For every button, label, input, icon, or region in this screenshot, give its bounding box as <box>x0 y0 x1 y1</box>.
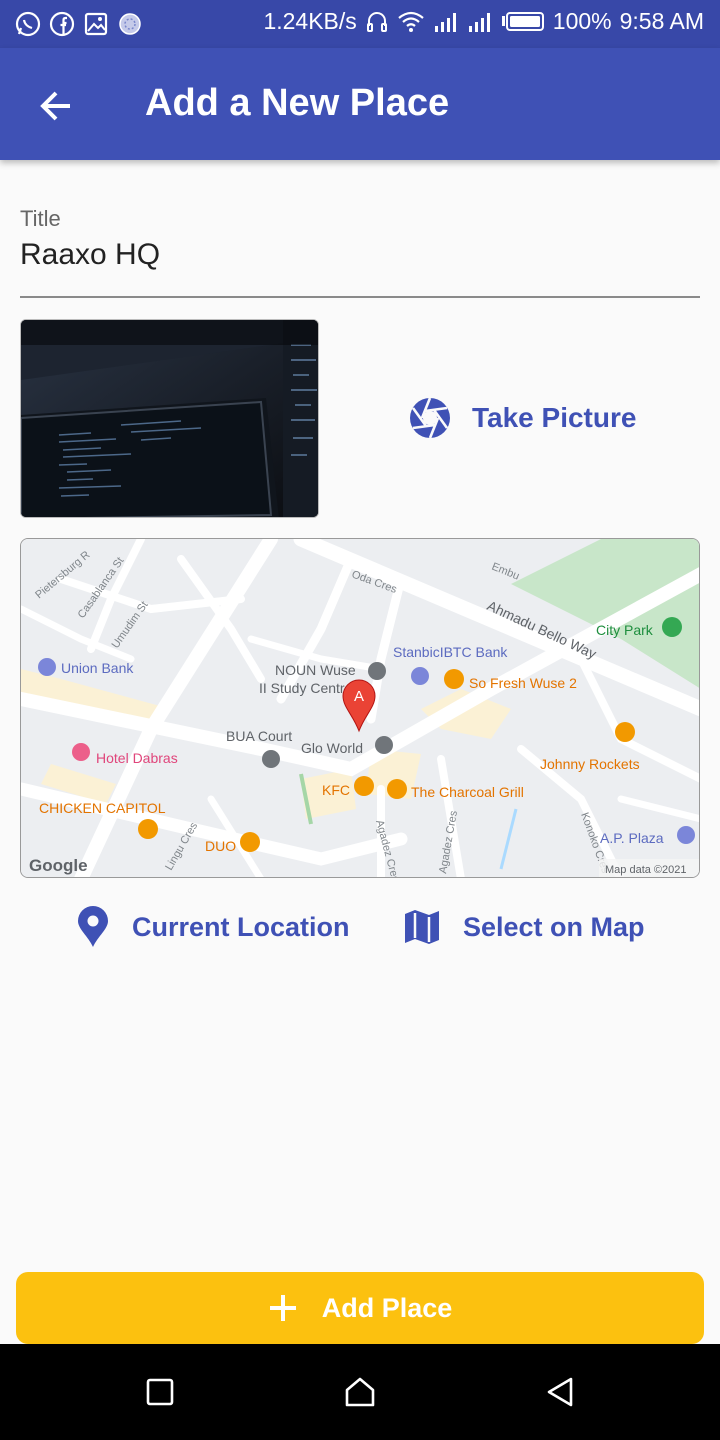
school-pin <box>368 662 386 680</box>
camera-shutter-icon <box>410 397 450 439</box>
place-photo <box>20 319 319 518</box>
current-location-button[interactable]: Current Location <box>76 900 350 954</box>
google-logo: Google <box>29 856 88 875</box>
shop-pin-ap-plaza <box>677 826 695 844</box>
back-triangle-icon <box>547 1377 573 1407</box>
park-pin <box>662 617 682 637</box>
network-speed: 1.24KB/s <box>263 8 357 34</box>
whatsapp-icon <box>14 10 42 38</box>
map-label-union-bank: Union Bank <box>61 660 134 676</box>
map-label-hotel-dabras: Hotel Dabras <box>96 750 178 766</box>
recents-button[interactable] <box>138 1370 182 1414</box>
arrow-back-icon <box>40 91 70 121</box>
take-picture-label: Take Picture <box>472 402 637 433</box>
food-pin-johnny <box>615 722 635 742</box>
map-label-duo: DUO <box>205 838 236 854</box>
status-bar: 1.24KB/s 100% 9:58 AM <box>0 0 720 48</box>
title-field[interactable]: Title <box>20 200 700 300</box>
select-on-map-button[interactable]: Select on Map <box>403 900 645 954</box>
battery-icon <box>501 10 545 34</box>
map-label-bua-court: BUA Court <box>226 728 292 744</box>
wifi-icon <box>397 10 425 34</box>
map-label-chicken-capitol: CHICKEN CAPITOL <box>39 800 166 816</box>
system-nav-bar <box>0 1344 720 1440</box>
location-actions: Current Location Select on Map <box>0 900 720 954</box>
map-label-noun-wuse: NOUN Wuse <box>275 662 356 678</box>
plus-icon <box>269 1295 296 1321</box>
map-label-city-park: City Park <box>596 622 654 638</box>
food-pin-so-fresh <box>444 669 464 689</box>
select-on-map-label: Select on Map <box>463 911 645 942</box>
bank-pin-stanbic <box>411 667 429 685</box>
place-pin-glo <box>375 736 393 754</box>
marker-letter: A <box>354 688 364 705</box>
back-button[interactable] <box>30 80 82 132</box>
place-pin-bua <box>262 750 280 768</box>
map-label-study-centre: II Study Centre <box>259 680 353 696</box>
title-label: Title <box>20 206 61 231</box>
system-indicators: 1.24KB/s 100% 9:58 AM <box>263 8 704 35</box>
facebook-icon <box>48 10 76 38</box>
back-nav-button[interactable] <box>538 1370 582 1414</box>
battery-level: 100% <box>552 8 612 34</box>
title-input[interactable] <box>20 238 700 272</box>
home-icon <box>345 1377 375 1407</box>
map-label-stanbic: StanbicIBTC Bank <box>393 644 508 660</box>
add-place-button[interactable]: Add Place <box>16 1272 704 1344</box>
map-label-charcoal-grill: The Charcoal Grill <box>411 784 524 800</box>
food-pin-charcoal <box>387 779 407 799</box>
food-pin-kfc <box>354 776 374 796</box>
signal-icon <box>433 10 459 34</box>
app-icon <box>116 10 144 38</box>
map-icon <box>405 910 439 944</box>
food-pin-chicken <box>138 819 158 839</box>
field-underline <box>20 296 700 298</box>
location-pin-icon <box>78 906 108 947</box>
take-picture-button[interactable]: Take Picture <box>408 396 636 440</box>
add-place-label: Add Place <box>321 1292 453 1323</box>
page-title: Add a New Place <box>145 82 450 124</box>
home-button[interactable] <box>338 1370 382 1414</box>
map-label-glo-world: Glo World <box>301 740 363 756</box>
signal-icon <box>467 10 493 34</box>
map-label-kfc: KFC <box>322 782 350 798</box>
hotel-pin <box>72 743 90 761</box>
current-location-label: Current Location <box>132 911 350 942</box>
clock: 9:58 AM <box>619 8 704 34</box>
recents-icon <box>146 1378 174 1406</box>
map-preview[interactable]: Oda Cres Embu Pietersburg R Casablanca S… <box>20 538 700 878</box>
app-bar: Add a New Place <box>0 48 720 160</box>
gallery-icon <box>82 10 110 38</box>
map-label-johnny-rockets: Johnny Rockets <box>540 756 640 772</box>
headset-icon <box>365 10 389 34</box>
bank-pin-union <box>38 658 56 676</box>
map-attribution: Map data ©2021 <box>605 864 687 876</box>
map-label-so-fresh: So Fresh Wuse 2 <box>469 675 577 691</box>
food-pin-duo <box>240 832 260 852</box>
notification-icons <box>14 10 144 38</box>
map-label-ap-plaza: A.P. Plaza <box>600 830 664 846</box>
